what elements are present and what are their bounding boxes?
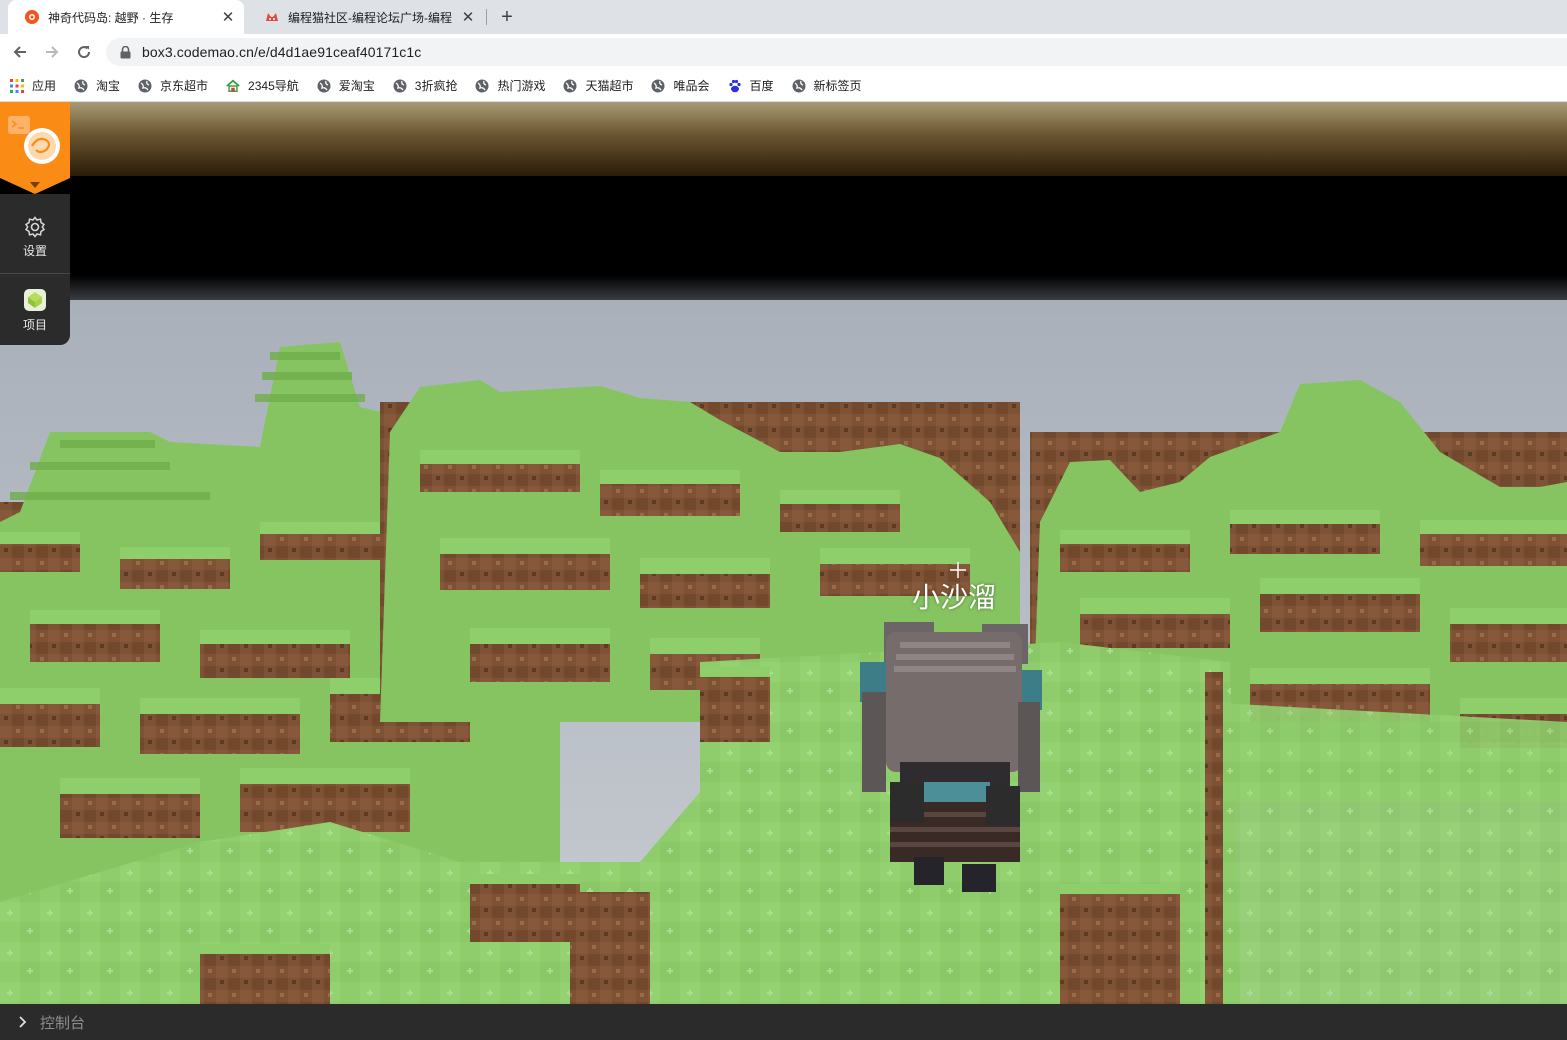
globe-icon — [138, 79, 152, 93]
back-button[interactable] — [6, 38, 34, 66]
globe-icon — [74, 79, 88, 93]
tab-codemao-community[interactable]: 编程猫社区-编程论坛广场-编程学 ✕ — [248, 0, 484, 34]
tab-separator — [486, 9, 487, 25]
tab-title: 神奇代码岛: 越野 · 生存 — [48, 10, 174, 25]
close-icon[interactable]: ✕ — [220, 9, 236, 26]
sidebar-divider — [0, 273, 70, 274]
bookmark-vip[interactable]: 唯品会 — [641, 74, 717, 98]
bookmark-apps[interactable]: 应用 — [0, 74, 64, 98]
globe-icon — [317, 79, 331, 93]
project-icon — [24, 289, 46, 311]
codemao-logo-icon — [0, 102, 70, 194]
arrow-left-icon — [13, 46, 26, 58]
editor-sidebar: 设置 项目 — [0, 102, 70, 345]
bookmark-jd[interactable]: 京东超市 — [128, 74, 216, 98]
codemao-cat-icon — [264, 9, 280, 25]
sidebar-item-settings[interactable]: 设置 — [0, 216, 70, 259]
bookmark-baidu[interactable]: 百度 — [718, 74, 782, 98]
reload-icon — [78, 46, 91, 59]
sidebar-item-label: 设置 — [22, 244, 47, 258]
globe-icon — [393, 79, 407, 93]
paw-icon — [728, 79, 742, 93]
player-name-tag: 小沙溜 — [912, 581, 997, 614]
close-icon[interactable]: ✕ — [460, 9, 476, 26]
bookmark-label: 唯品会 — [673, 79, 710, 93]
codemao-flower-icon — [24, 9, 40, 25]
gear-icon — [24, 216, 46, 238]
bookmark-label: 新标签页 — [813, 79, 862, 93]
bookmark-label: 热门游戏 — [497, 79, 546, 93]
house-icon — [226, 79, 240, 93]
globe-icon — [792, 79, 806, 93]
sky-dark-band — [0, 176, 1567, 300]
bookmark-label: 2345导航 — [248, 79, 299, 93]
apps-grid-icon — [10, 78, 24, 93]
bookmark-2345[interactable]: 2345导航 — [216, 74, 307, 98]
sidebar-item-project[interactable]: 项目 — [0, 288, 70, 333]
globe-icon — [563, 79, 577, 93]
sky-top-band — [0, 102, 1567, 176]
sidebar-item-label: 项目 — [22, 318, 47, 332]
reload-button[interactable] — [70, 38, 98, 66]
bookmark-taobao[interactable]: 淘宝 — [64, 74, 128, 98]
bookmark-label: 淘宝 — [96, 79, 121, 93]
browser-toolbar: box3.codemao.cn/e/d4d1ae91ceaf40171c1c — [0, 34, 1567, 70]
chevron-right-icon[interactable] — [16, 1015, 30, 1029]
bookmark-label: 天猫超市 — [585, 79, 634, 93]
bookmark-label: 爱淘宝 — [338, 79, 375, 93]
console-label: 控制台 — [40, 1014, 86, 1032]
bookmark-hot-games[interactable]: 热门游戏 — [465, 74, 553, 98]
bookmark-3zhe[interactable]: 3折疯抢 — [383, 74, 466, 98]
tab-title: 编程猫社区-编程论坛广场-编程学 — [288, 10, 452, 25]
console-bar[interactable]: 控制台 — [0, 1004, 1567, 1040]
browser-tab-bar: 神奇代码岛: 越野 · 生存 ✕ 编程猫社区-编程论坛广场-编程学 ✕ + — [0, 0, 1567, 34]
arrow-right-icon — [46, 46, 59, 58]
forward-button[interactable] — [38, 38, 66, 66]
url-text: box3.codemao.cn/e/d4d1ae91ceaf40171c1c — [142, 44, 422, 60]
bookmark-label: 百度 — [749, 79, 774, 93]
bookmark-tmall[interactable]: 天猫超市 — [553, 74, 641, 98]
bookmark-label: 3折疯抢 — [414, 79, 458, 93]
address-bar[interactable]: box3.codemao.cn/e/d4d1ae91ceaf40171c1c — [106, 38, 1567, 66]
lock-icon[interactable] — [118, 45, 132, 59]
sidebar-menu: 设置 项目 — [0, 194, 70, 345]
globe-icon — [651, 79, 665, 93]
voxel-terrain-scene — [0, 102, 1567, 1004]
bookmark-label: 京东超市 — [160, 79, 209, 93]
new-tab-button[interactable]: + — [495, 5, 519, 29]
bookmark-label: 应用 — [32, 79, 57, 93]
brand-logo-button[interactable] — [0, 102, 70, 194]
globe-icon — [475, 79, 489, 93]
tab-codemao-island[interactable]: 神奇代码岛: 越野 · 生存 ✕ — [8, 0, 244, 34]
game-viewport[interactable]: 小沙溜 — [0, 102, 1567, 1004]
bookmark-new-tab[interactable]: 新标签页 — [782, 74, 870, 98]
bookmarks-bar: 应用 淘宝 京东超市 2345导航 爱淘宝 3折疯抢 热门游戏 天猫超市 唯品会… — [0, 70, 1567, 102]
bookmark-aitaobao[interactable]: 爱淘宝 — [307, 74, 383, 98]
